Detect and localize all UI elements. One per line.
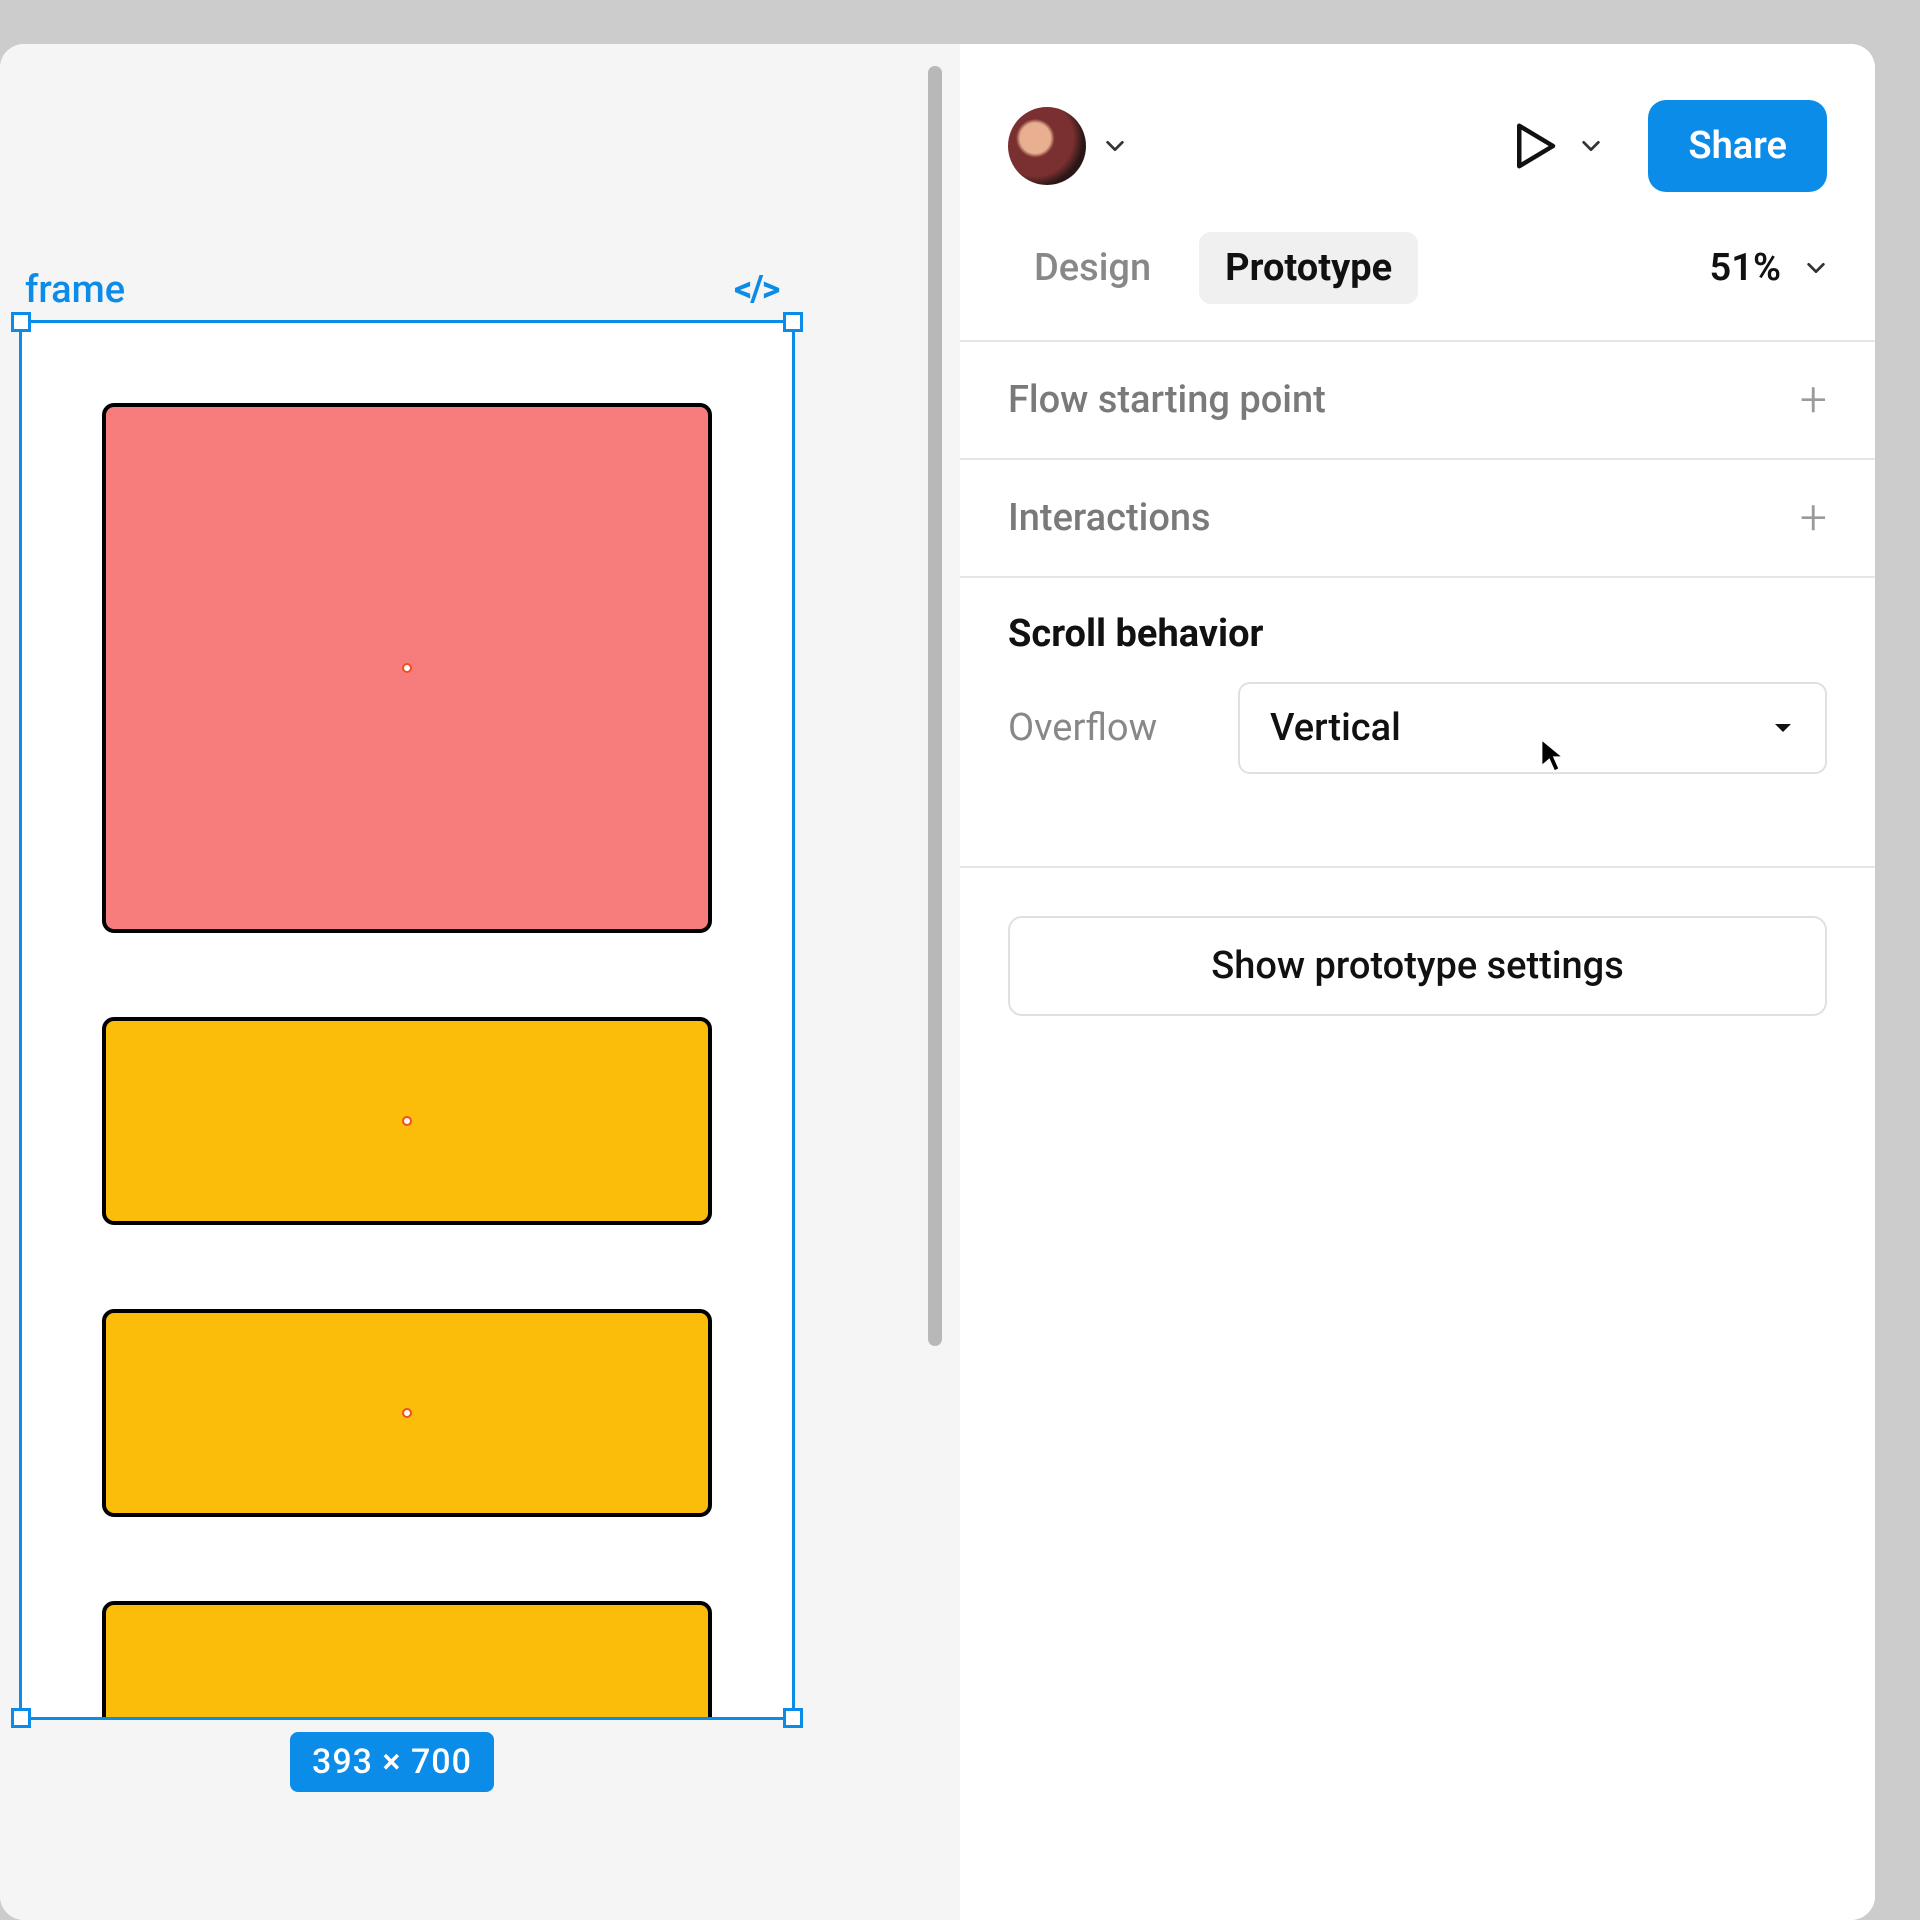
frame-label[interactable]: frame: [25, 268, 125, 312]
play-icon[interactable]: [1508, 119, 1562, 173]
chevron-down-icon[interactable]: [1805, 257, 1827, 279]
section-label: Interactions: [1008, 496, 1211, 540]
size-badge: 393 × 700: [290, 1732, 494, 1792]
section-scroll-behavior: Scroll behavior: [960, 576, 1875, 664]
section-flow-starting-point[interactable]: Flow starting point +: [960, 340, 1875, 458]
dropdown-value: Vertical: [1270, 706, 1401, 750]
resize-handle-tr[interactable]: [783, 312, 803, 332]
divider: [960, 866, 1875, 868]
tabs-row: Design Prototype 51%: [960, 232, 1875, 340]
share-button[interactable]: Share: [1648, 100, 1827, 192]
cursor-icon: [1540, 738, 1566, 774]
resize-handle-bl[interactable]: [11, 1708, 31, 1728]
section-label: Flow starting point: [1008, 378, 1326, 422]
canvas[interactable]: frame </> 393 × 700: [0, 44, 960, 1920]
tab-prototype[interactable]: Prototype: [1199, 232, 1418, 304]
chevron-down-icon[interactable]: [1104, 135, 1126, 157]
overflow-dropdown[interactable]: Vertical: [1238, 682, 1827, 774]
properties-panel: Share Design Prototype 51% Flow starting…: [960, 44, 1875, 1920]
center-dot: [402, 663, 412, 673]
shape-orange-2[interactable]: [102, 1309, 712, 1517]
chevron-down-icon: [1771, 716, 1795, 740]
tab-design[interactable]: Design: [1008, 232, 1177, 304]
selection-box[interactable]: [19, 320, 795, 1720]
code-icon[interactable]: </>: [734, 268, 778, 310]
overflow-label: Overflow: [1008, 706, 1198, 750]
plus-icon[interactable]: +: [1800, 494, 1827, 542]
plus-icon[interactable]: +: [1800, 376, 1827, 424]
overflow-row: Overflow Vertical: [960, 664, 1875, 818]
shape-orange-1[interactable]: [102, 1017, 712, 1225]
avatar[interactable]: [1008, 107, 1086, 185]
shape-red[interactable]: [102, 403, 712, 933]
show-prototype-settings-button[interactable]: Show prototype settings: [1008, 916, 1827, 1016]
frame-content[interactable]: [22, 323, 792, 1717]
resize-handle-br[interactable]: [783, 1708, 803, 1728]
center-dot: [402, 1116, 412, 1126]
app-window: frame </> 393 × 700: [0, 44, 1875, 1920]
zoom-control[interactable]: 51%: [1710, 246, 1827, 290]
panel-header: Share: [960, 44, 1875, 232]
section-interactions[interactable]: Interactions +: [960, 458, 1875, 576]
center-dot: [402, 1408, 412, 1418]
chevron-down-icon[interactable]: [1580, 135, 1602, 157]
resize-handle-tl[interactable]: [11, 312, 31, 332]
scrollbar-vertical[interactable]: [928, 66, 942, 1346]
shape-orange-3[interactable]: [102, 1601, 712, 1717]
zoom-value: 51%: [1710, 246, 1781, 290]
section-label: Scroll behavior: [1008, 612, 1263, 656]
